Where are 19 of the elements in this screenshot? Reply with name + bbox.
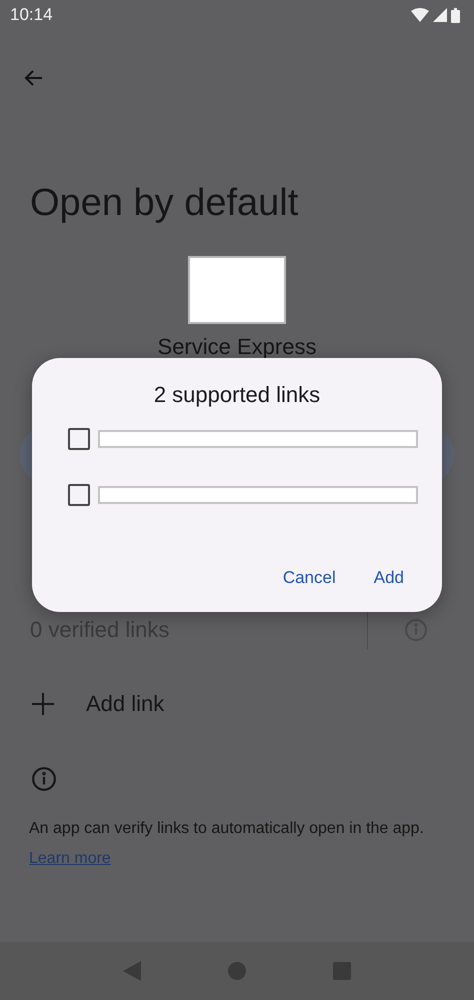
home-nav-icon[interactable] — [228, 962, 246, 980]
info-text: An app can verify links to automatically open in the app. — [29, 820, 425, 838]
wifi-icon — [411, 8, 429, 22]
battery-icon — [451, 8, 460, 22]
checkbox[interactable] — [68, 428, 90, 450]
overview-nav-icon[interactable] — [332, 962, 351, 980]
checkbox[interactable] — [68, 484, 90, 506]
app-name: Service Express — [156, 334, 318, 360]
info-icon[interactable] — [404, 618, 428, 642]
signal-icon — [433, 8, 447, 22]
dialog-button[interactable]: Add — [374, 568, 404, 588]
page-title: Open by default — [30, 181, 300, 226]
back-nav-icon[interactable] — [123, 961, 142, 981]
dialog-button[interactable]: Cancel — [282, 568, 336, 588]
status-time: 10:14 — [10, 5, 53, 25]
plus-icon[interactable] — [32, 693, 54, 715]
info-icon — [31, 766, 57, 792]
app-icon — [188, 256, 286, 324]
dialog-title: 2 supported links — [152, 382, 322, 408]
